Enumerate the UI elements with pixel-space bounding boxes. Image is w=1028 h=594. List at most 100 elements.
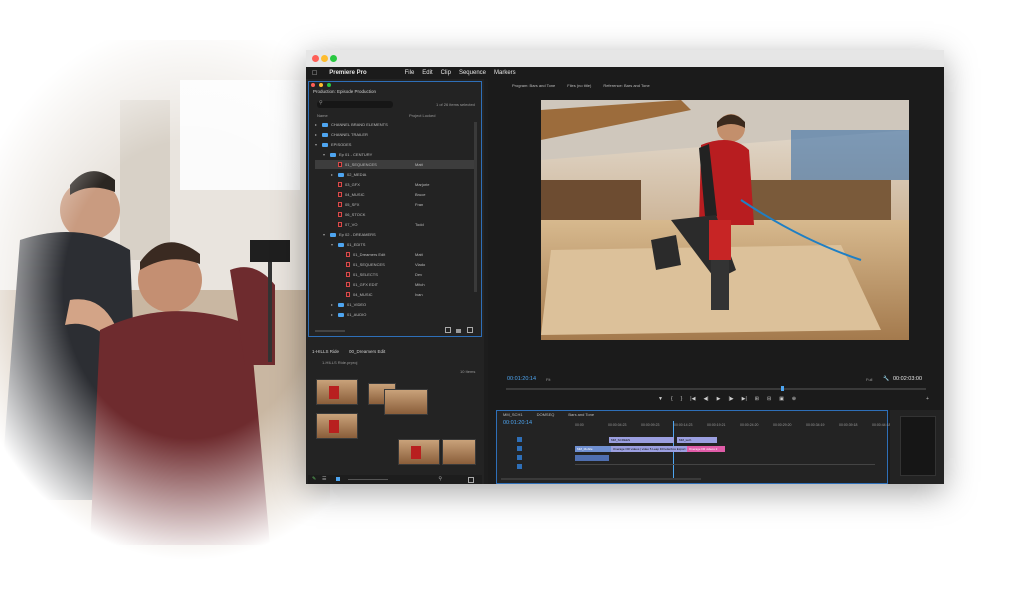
project-row[interactable]: ▸ 02_MEDIA (315, 170, 475, 179)
marker-icon[interactable]: ▼ (658, 396, 663, 402)
project-row[interactable]: 03_GFX Marjorie (315, 180, 475, 189)
tab-timeline-mm-sch1[interactable]: MM_SCH1 (503, 412, 523, 417)
column-name[interactable]: Name (317, 113, 328, 118)
step-back-icon[interactable]: ◀| (703, 396, 708, 402)
play-icon[interactable]: ▶ (717, 396, 721, 402)
chevron-right-icon[interactable]: ▸ (331, 302, 336, 307)
go-to-in-icon[interactable]: |◀ (690, 396, 695, 402)
button-editor-icon[interactable]: ⊕ (792, 396, 796, 402)
clip-thumbnail[interactable] (384, 389, 428, 415)
chevron-down-icon[interactable]: ▾ (315, 142, 320, 147)
step-forward-icon[interactable]: |▶ (728, 396, 733, 402)
menu-edit[interactable]: Edit (422, 70, 432, 76)
timeline-audio-clip[interactable] (575, 455, 609, 461)
mark-out-icon[interactable]: } (681, 396, 683, 402)
program-timecode[interactable]: 00:01:20:14 (507, 376, 536, 382)
new-bin-icon[interactable] (456, 329, 461, 333)
clip-thumbnail[interactable] (442, 439, 476, 465)
chevron-down-icon[interactable]: ▾ (323, 232, 328, 237)
track-target-v1[interactable] (517, 446, 522, 451)
project-row[interactable]: 04_MUSIC Ivan (315, 290, 475, 299)
playhead[interactable] (781, 386, 784, 391)
go-to-out-icon[interactable]: ▶| (742, 396, 747, 402)
project-scrollbar[interactable] (474, 122, 477, 292)
minimize-window-button[interactable] (321, 55, 328, 62)
zoom-slider[interactable] (315, 330, 345, 332)
apple-icon[interactable]:  (312, 70, 317, 77)
trash-icon[interactable] (467, 327, 473, 333)
camera-icon[interactable]: ▣ (779, 396, 784, 402)
timeline-zoom-scrollbar[interactable] (501, 478, 701, 480)
fit-dropdown[interactable]: Fit (546, 377, 550, 382)
panel-min-icon[interactable] (319, 83, 323, 87)
timeline-clip[interactable]: MM_SCREEN (609, 437, 674, 443)
track-target-a2[interactable] (517, 464, 522, 469)
close-window-button[interactable] (312, 55, 319, 62)
timeline-timecode[interactable]: 00:01:20:14 (503, 420, 532, 426)
track-target-v2[interactable] (517, 437, 522, 442)
timeline-clip[interactable]: Overage FR videos 2 (687, 446, 725, 452)
add-button-icon[interactable]: + (926, 396, 929, 402)
menu-markers[interactable]: Markers (494, 70, 516, 76)
chevron-right-icon[interactable]: ▸ (331, 312, 336, 317)
project-row[interactable]: 01_Dreamers Edit Matt (315, 250, 475, 259)
project-row[interactable]: ▸ CHANNEL TRAILER (315, 130, 475, 139)
timeline-clip[interactable]: MM_Mobile (575, 446, 611, 452)
project-row[interactable]: 01_SEQUENCES Matt (315, 160, 475, 169)
program-monitor-video[interactable] (541, 100, 909, 340)
column-project-locked[interactable]: Project Locked (409, 113, 435, 118)
tab-hills-ride[interactable]: 1-HILLS Ride (312, 349, 339, 354)
menu-file[interactable]: File (405, 70, 415, 76)
project-row[interactable]: 01_GFX EDIT Mitch (315, 280, 475, 289)
project-row[interactable]: 04_MUSIC Bruce (315, 190, 475, 199)
new-item-icon[interactable] (445, 327, 451, 333)
panel-max-icon[interactable] (327, 83, 331, 87)
project-search-input[interactable]: ⚲ (317, 100, 393, 108)
timeline-clip[interactable]: MM_tech (677, 437, 717, 443)
chevron-right-icon[interactable]: ▸ (315, 122, 320, 127)
list-view-icon[interactable]: ☰ (322, 476, 326, 482)
insert-icon[interactable]: ⊞ (755, 396, 759, 402)
menu-sequence[interactable]: Sequence (459, 70, 486, 76)
clip-thumbnail[interactable] (316, 413, 358, 439)
project-row[interactable]: ▸ 01_AUDIO (315, 310, 475, 319)
chevron-down-icon[interactable]: ▾ (331, 242, 336, 247)
chevron-down-icon[interactable]: ▾ (323, 152, 328, 157)
project-row[interactable]: ▾ EPISODES (315, 140, 475, 149)
project-row[interactable]: ▾ Ep 01 - CENTURY (315, 150, 475, 159)
resolution-dropdown[interactable]: Full (866, 377, 872, 382)
tab-timeline-domseq[interactable]: DOMSEQ (537, 412, 555, 417)
project-row[interactable]: 01_SEQUENCES Vlado (315, 260, 475, 269)
program-scrub-bar[interactable] (506, 386, 926, 391)
tab-dreamers-edit[interactable]: 00_Dreamers Edit (349, 349, 385, 354)
tab-files[interactable]: Files (no title) (567, 83, 591, 88)
mark-in-icon[interactable]: { (671, 396, 673, 402)
overwrite-icon[interactable]: ⊟ (767, 396, 771, 402)
project-row[interactable]: ▸ 01_VIDEO (315, 300, 475, 309)
project-row[interactable]: ▸ CHANNEL BRAND ELEMENTS (315, 120, 475, 129)
project-row[interactable]: 06_STOCK (315, 210, 475, 219)
zoom-window-button[interactable] (330, 55, 337, 62)
project-row[interactable]: ▾ Ep 02 - DREAMERS (315, 230, 475, 239)
tab-reference[interactable]: Reference: Bars and Tone (603, 83, 649, 88)
project-row[interactable]: 01_SELECTS Dev (315, 270, 475, 279)
project-row[interactable]: ▾ 01_EDITS (315, 240, 475, 249)
menu-clip[interactable]: Clip (441, 70, 451, 76)
search-icon[interactable]: ⚲ (438, 476, 442, 482)
trash-icon[interactable] (468, 477, 474, 483)
chevron-right-icon[interactable]: ▸ (315, 132, 320, 137)
panel-close-icon[interactable] (311, 83, 315, 87)
timeline-clip[interactable]: Overage OR videos | video 5 Leap Fill le… (611, 446, 687, 452)
project-row[interactable]: 05_SFX Fran (315, 200, 475, 209)
wrench-icon[interactable]: 🔧 (883, 376, 889, 382)
clip-thumbnail[interactable] (398, 439, 440, 465)
thumb-size-slider[interactable] (348, 479, 388, 480)
clip-thumbnail[interactable] (316, 379, 358, 405)
chevron-right-icon[interactable]: ▸ (331, 172, 336, 177)
icon-view-icon[interactable] (336, 477, 340, 481)
pencil-icon[interactable]: ✎ (312, 476, 316, 482)
project-row[interactable]: 07_VO Todd (315, 220, 475, 229)
tab-program[interactable]: Program: Bars and Tone (512, 83, 555, 88)
track-target-a1[interactable] (517, 455, 522, 460)
tab-timeline-bars[interactable]: Bars and Tone (568, 412, 594, 417)
